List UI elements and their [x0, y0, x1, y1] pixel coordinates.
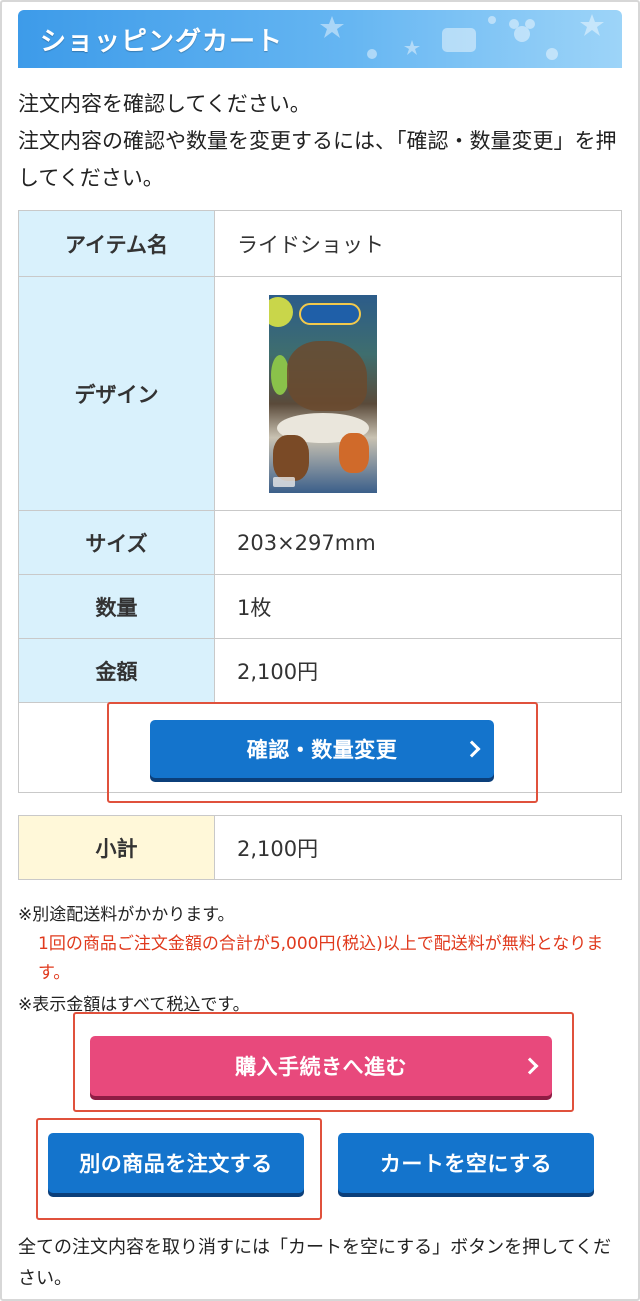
table-row: 数量 1枚: [18, 574, 622, 639]
subtotal-table: 小計 2,100円: [18, 815, 622, 880]
quantity-value: 1枚: [214, 574, 622, 639]
cart-item-table: アイテム名 ライドショット デザイン サイズ 203×297mm 数量 1枚 金…: [18, 210, 622, 793]
price-value: 2,100円: [214, 638, 622, 703]
checkout-label: 購入手続きへ進む: [235, 1055, 407, 1079]
page-header: ショッピングカート: [18, 10, 622, 68]
size-label: サイズ: [18, 510, 215, 575]
intro-line-2: 注文内容の確認や数量を変更するには、「確認・数量変更」を押してください。: [18, 129, 617, 190]
price-label: 金額: [18, 638, 215, 703]
chevron-right-icon: [521, 1057, 539, 1075]
shipping-note: ※別途配送料がかかります。: [18, 905, 235, 925]
item-name-value: ライドショット: [214, 210, 622, 277]
design-cell: [214, 276, 622, 511]
intro-text: 注文内容を確認してください。 注文内容の確認や数量を変更するには、「確認・数量変…: [18, 86, 622, 197]
intro-line-1: 注文内容を確認してください。: [18, 92, 311, 116]
footer-text: 全ての注文内容を取り消すには「カートを空にする」ボタンを押してください。: [18, 1237, 612, 1289]
item-name-label: アイテム名: [18, 210, 215, 277]
order-other-button[interactable]: 別の商品を注文する: [48, 1133, 304, 1193]
table-row: アイテム名 ライドショット: [18, 210, 622, 277]
table-row: サイズ 203×297mm: [18, 510, 622, 575]
tax-note: ※表示金額はすべて税込です。: [18, 995, 250, 1015]
page-title: ショッピングカート: [40, 27, 284, 57]
chevron-right-icon: [463, 740, 481, 758]
free-shipping-note: 1回の商品ご注文金額の合計が5,000円(税込)以上で配送料が無料となります。: [38, 934, 604, 983]
empty-cart-button[interactable]: カートを空にする: [338, 1133, 594, 1193]
decorative-pattern-icon: [320, 14, 604, 60]
design-thumbnail: [269, 294, 377, 493]
size-value: 203×297mm: [214, 510, 622, 575]
empty-cart-label: カートを空にする: [379, 1152, 553, 1176]
checkout-button[interactable]: 購入手続きへ進む: [90, 1036, 552, 1096]
table-row: 金額 2,100円: [18, 638, 622, 703]
table-row: デザイン: [18, 276, 622, 511]
subtotal-value: 2,100円: [214, 815, 622, 880]
table-row: 小計 2,100円: [18, 815, 622, 880]
confirm-quantity-label: 確認・数量変更: [246, 738, 398, 762]
subtotal-label: 小計: [18, 815, 215, 880]
quantity-label: 数量: [18, 574, 215, 639]
order-other-label: 別の商品を注文する: [79, 1152, 273, 1176]
confirm-quantity-button[interactable]: 確認・数量変更: [150, 720, 494, 778]
design-label: デザイン: [18, 276, 215, 511]
